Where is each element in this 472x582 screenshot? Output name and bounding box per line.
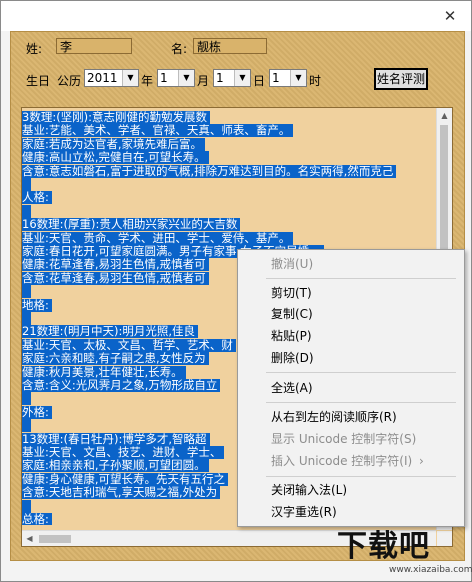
result-line: 健康:高山立松,完健自在,可望长寿。 [22,151,209,165]
result-line: 健康:花草逢春,易羽生色情,戒慎者可 [22,258,209,272]
month-unit: 月 [197,74,210,88]
result-line: 健康:秋月美景,壮年健壮,长寿。 [22,365,186,379]
result-line: 基业:天官、太极、文昌、哲学、艺术、财 [22,338,236,352]
result-line: 含意:含义:光风霁月之象,万物形成自立 [22,379,221,392]
hour-select[interactable]: 1 ▼ [269,69,307,87]
calendar-type-label: 公历 [57,74,82,88]
menu-item-copy[interactable]: 复制(C) [271,304,313,324]
given-name-field[interactable]: 靓栋 [193,38,267,54]
surname-label: 姓: [26,42,43,56]
scroll-up-icon[interactable]: ▲ [437,108,452,123]
result-line: 基业:艺能、美术、学者、官禄、天真、师表、畜产。 [22,124,294,138]
menu-separator [266,476,456,477]
menu-item-select-all[interactable]: 全选(A) [271,378,313,398]
context-menu: 撤消(U) 剪切(T) 复制(C) 粘贴(P) 删除(D) 全选(A) 从右到左… [237,249,465,527]
month-value: 1 [160,71,168,85]
result-line: 含意:意志如磐石,富于进取的气概,排除万难达到目的。名实两得,然而克己 [22,164,397,178]
watermark: 下载吧 www.xiazaiba.com [331,521,472,581]
title-bar: ✕ [1,1,471,31]
result-line [22,499,31,513]
result-line: 外格: [22,405,52,419]
result-line: 16数理:(厚重):贵人相助兴家兴业的大吉数 [22,218,241,232]
evaluate-name-button[interactable]: 姓名评测 [374,68,428,90]
chevron-down-icon[interactable]: ▼ [290,70,306,86]
result-line [22,419,31,433]
menu-item-undo[interactable]: 撤消(U) [271,254,313,274]
day-value: 1 [216,71,224,85]
menu-separator [266,402,456,403]
watermark-logo: 下载吧 [337,529,430,564]
given-name-label: 名: [171,42,188,56]
result-line: 家庭:相亲亲和,子孙聚顺,可望团圆。 [22,459,209,473]
result-line: 基业:天官、文昌、技艺、进财、学士、 [22,446,225,459]
hscroll-thumb[interactable] [39,535,71,543]
watermark-url: www.xiazaiba.com [389,565,472,575]
result-line: 21数理:(明月中天):明月光照,佳良 [22,325,199,339]
app-window: ✕ 姓: 李 名: 靓栋 生日 公历 2011 ▼ 年 1 ▼ 月 1 ▼ 日 … [0,0,472,582]
menu-item-reconvert[interactable]: 汉字重选(R) [271,502,337,522]
menu-separator [266,278,456,279]
hour-unit: 时 [309,74,322,88]
chevron-down-icon[interactable]: ▼ [234,70,250,86]
menu-item-insert-unicode-label: 插入 Unicode 控制字符(I) [271,454,413,468]
menu-item-delete[interactable]: 删除(D) [271,348,314,368]
submenu-arrow-icon: › [419,454,424,468]
menu-item-paste[interactable]: 粘贴(P) [271,326,312,346]
result-line [22,392,31,406]
result-line: 家庭:六亲和睦,有子嗣之患,女性反为 [22,352,209,366]
chevron-down-icon[interactable]: ▼ [178,70,194,86]
menu-separator [266,372,456,373]
result-line: 健康:身心健康,可望长寿。先天有五行之 [22,472,229,486]
result-line: 家庭:若成为达官者,家境先难后富。 [22,137,206,151]
day-unit: 日 [253,74,266,88]
year-unit: 年 [141,74,154,88]
day-select[interactable]: 1 ▼ [213,69,251,87]
result-line: 含意:天地吉利瑞气,享天赐之福,外处为 [22,486,221,500]
birthday-label: 生日 [26,74,51,88]
hour-value: 1 [272,71,280,85]
result-line: 总格: [22,513,52,525]
menu-item-cut[interactable]: 剪切(T) [271,283,312,303]
result-line: 地格: [22,298,52,312]
scroll-left-icon[interactable]: ◀ [22,531,37,546]
menu-item-show-unicode[interactable]: 显示 Unicode 控制字符(S) [271,429,416,449]
result-line: 含意:花草逢春,易羽生色情,戒慎者可 [22,271,209,285]
menu-item-insert-unicode[interactable]: 插入 Unicode 控制字符(I) › [271,451,451,471]
result-line [22,285,31,299]
surname-field[interactable]: 李 [56,38,132,54]
result-line: 人格: [22,191,52,205]
month-select[interactable]: 1 ▼ [157,69,195,87]
close-button[interactable]: ✕ [439,5,461,27]
result-line [22,312,31,325]
chevron-down-icon[interactable]: ▼ [122,70,138,86]
year-select[interactable]: 2011 ▼ [84,69,139,87]
menu-item-close-ime[interactable]: 关闭输入法(L) [271,480,347,500]
year-value: 2011 [87,71,118,85]
result-line [22,204,31,218]
menu-item-rtl-reading[interactable]: 从右到左的阅读顺序(R) [271,407,397,427]
result-line: 3数理:(坚刚):意志刚健的勤勉发展数 [22,111,211,124]
result-line [22,178,31,191]
result-line: 基业:天官、贵命、学术、进田、学士、爱侍、基产。 [22,231,294,245]
result-line: 13数理:(春日牡丹):博学多才,智略超 [22,432,210,446]
